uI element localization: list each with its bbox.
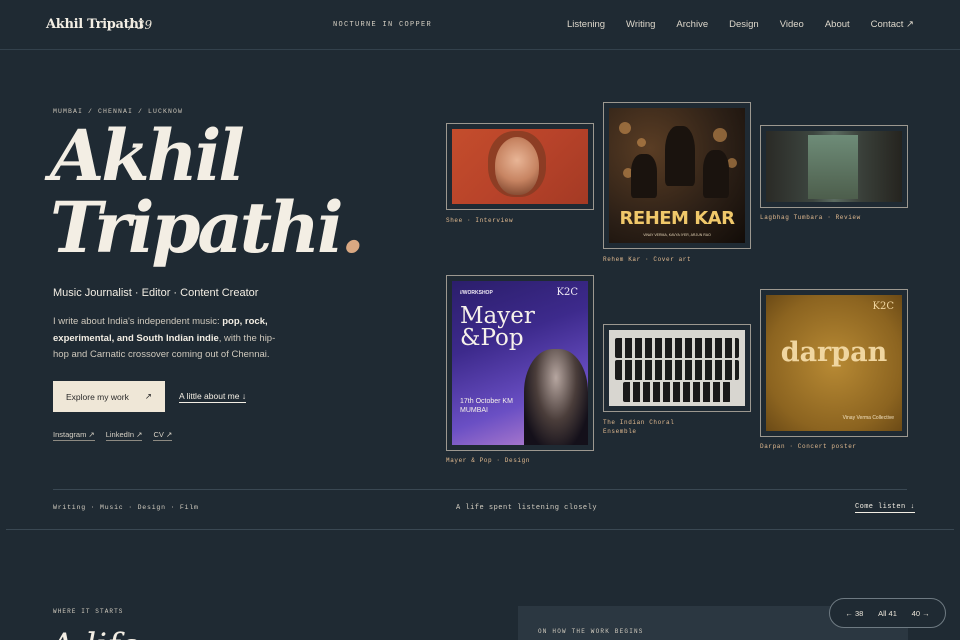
darpan-title: darpan <box>780 337 888 368</box>
section-heading: A life <box>50 626 140 640</box>
card-indian-choral-ensemble[interactable] <box>603 324 751 412</box>
darpan-footer: Vinay Verma Collective <box>842 415 894 421</box>
motto: A life spent listening closely <box>456 504 598 512</box>
main-nav: Listening Writing Archive Design Video A… <box>546 19 914 30</box>
mayer-pop-title: Mayer &Pop <box>460 303 535 351</box>
category-list: Writing · Music · Design · Film <box>53 504 199 511</box>
rehem-kar-title: REHEM KAR <box>619 208 735 229</box>
explore-work-label: Explore my work <box>66 391 129 402</box>
nav-contact[interactable]: Contact ↗ <box>871 19 914 30</box>
arrow-up-right-icon: ↗ <box>144 391 152 401</box>
divider <box>6 529 954 530</box>
caption-mayer-pop: Mayer & Pop · Design <box>446 457 531 464</box>
caption-rehem-kar: Rehem Kar · Cover art <box>603 256 692 263</box>
card-lagbhag-tumbara[interactable] <box>760 125 908 208</box>
social-links: Instagram ↗ LinkedIn ↗ CV ↗ <box>53 430 173 441</box>
nav-about[interactable]: About <box>825 19 850 30</box>
section-eyebrow: WHERE IT STARTS <box>53 608 124 615</box>
next-page-link[interactable]: 40 → <box>912 609 930 618</box>
k2c-logo: K2C <box>556 287 578 298</box>
rehem-kar-credits: VINAY VERMA, KAVYA IYER, ARJUN RAO <box>643 233 711 237</box>
hero-bio: I write about India's independent music:… <box>53 314 283 364</box>
panel-label: ON HOW THE WORK BEGINS <box>538 628 644 635</box>
hero-name-first: Akhil <box>50 114 245 197</box>
brand-number: / 39 <box>129 18 153 32</box>
darpan-image: K2C darpan Vinay Verma Collective <box>766 295 902 431</box>
hero-name-last: Tripathi <box>50 186 344 269</box>
about-me-link[interactable]: A little about me ↓ <box>179 391 247 403</box>
mayer-pop-date: 17th October KM MUMBAI <box>460 398 513 414</box>
choral-ensemble-image <box>609 330 745 406</box>
bio-intro: I write about India's independent music: <box>53 316 223 327</box>
hero-name: Akhil Tripathi. <box>50 120 380 264</box>
caption-indian-choral-ensemble: The Indian Choral Ensemble <box>603 419 675 435</box>
linkedin-link[interactable]: LinkedIn ↗ <box>105 430 143 441</box>
cv-link[interactable]: CV ↗ <box>153 430 173 441</box>
prev-page-link[interactable]: ← 38 <box>845 609 863 618</box>
site-header: Akhil Tripathi / 39 NOCTURNE IN COPPER L… <box>0 0 960 50</box>
nav-archive[interactable]: Archive <box>676 19 708 30</box>
come-listen-link[interactable]: Come listen ↓ <box>855 503 915 513</box>
card-shee[interactable] <box>446 123 594 210</box>
nav-listening[interactable]: Listening <box>567 19 605 30</box>
hero-name-dot: . <box>340 186 365 269</box>
lagbhag-tumbara-image <box>766 131 902 202</box>
caption-lagbhag-tumbara: Lagbhag Tumbara · Review <box>760 214 861 221</box>
shee-image <box>452 129 588 204</box>
divider <box>53 489 907 490</box>
mayer-pop-image: //WORKSHOP K2C Mayer &Pop 17th October K… <box>452 281 588 445</box>
nav-writing[interactable]: Writing <box>626 19 655 30</box>
mayer-workshop-tag: //WORKSHOP <box>460 290 493 296</box>
explore-work-button[interactable]: Explore my work ↗ <box>53 381 165 412</box>
instagram-link[interactable]: Instagram ↗ <box>53 430 95 441</box>
rehem-kar-image: REHEM KAR VINAY VERMA, KAVYA IYER, ARJUN… <box>609 108 745 243</box>
hero-roles: Music Journalist · Editor · Content Crea… <box>53 287 259 299</box>
caption-darpan: Darpan · Concert poster <box>760 443 857 450</box>
header-tagline: NOCTURNE IN COPPER <box>333 21 433 29</box>
page-pager: ← 38 All 41 40 → <box>829 598 946 628</box>
caption-shee: Shee · Interview <box>446 217 514 224</box>
nav-video[interactable]: Video <box>780 19 804 30</box>
card-mayer-pop[interactable]: //WORKSHOP K2C Mayer &Pop 17th October K… <box>446 275 594 451</box>
card-darpan[interactable]: K2C darpan Vinay Verma Collective <box>760 289 908 437</box>
nav-design[interactable]: Design <box>729 19 759 30</box>
card-rehem-kar[interactable]: REHEM KAR VINAY VERMA, KAVYA IYER, ARJUN… <box>603 102 751 249</box>
k2c-logo: K2C <box>872 301 894 312</box>
all-pages-link[interactable]: All 41 <box>878 609 897 618</box>
